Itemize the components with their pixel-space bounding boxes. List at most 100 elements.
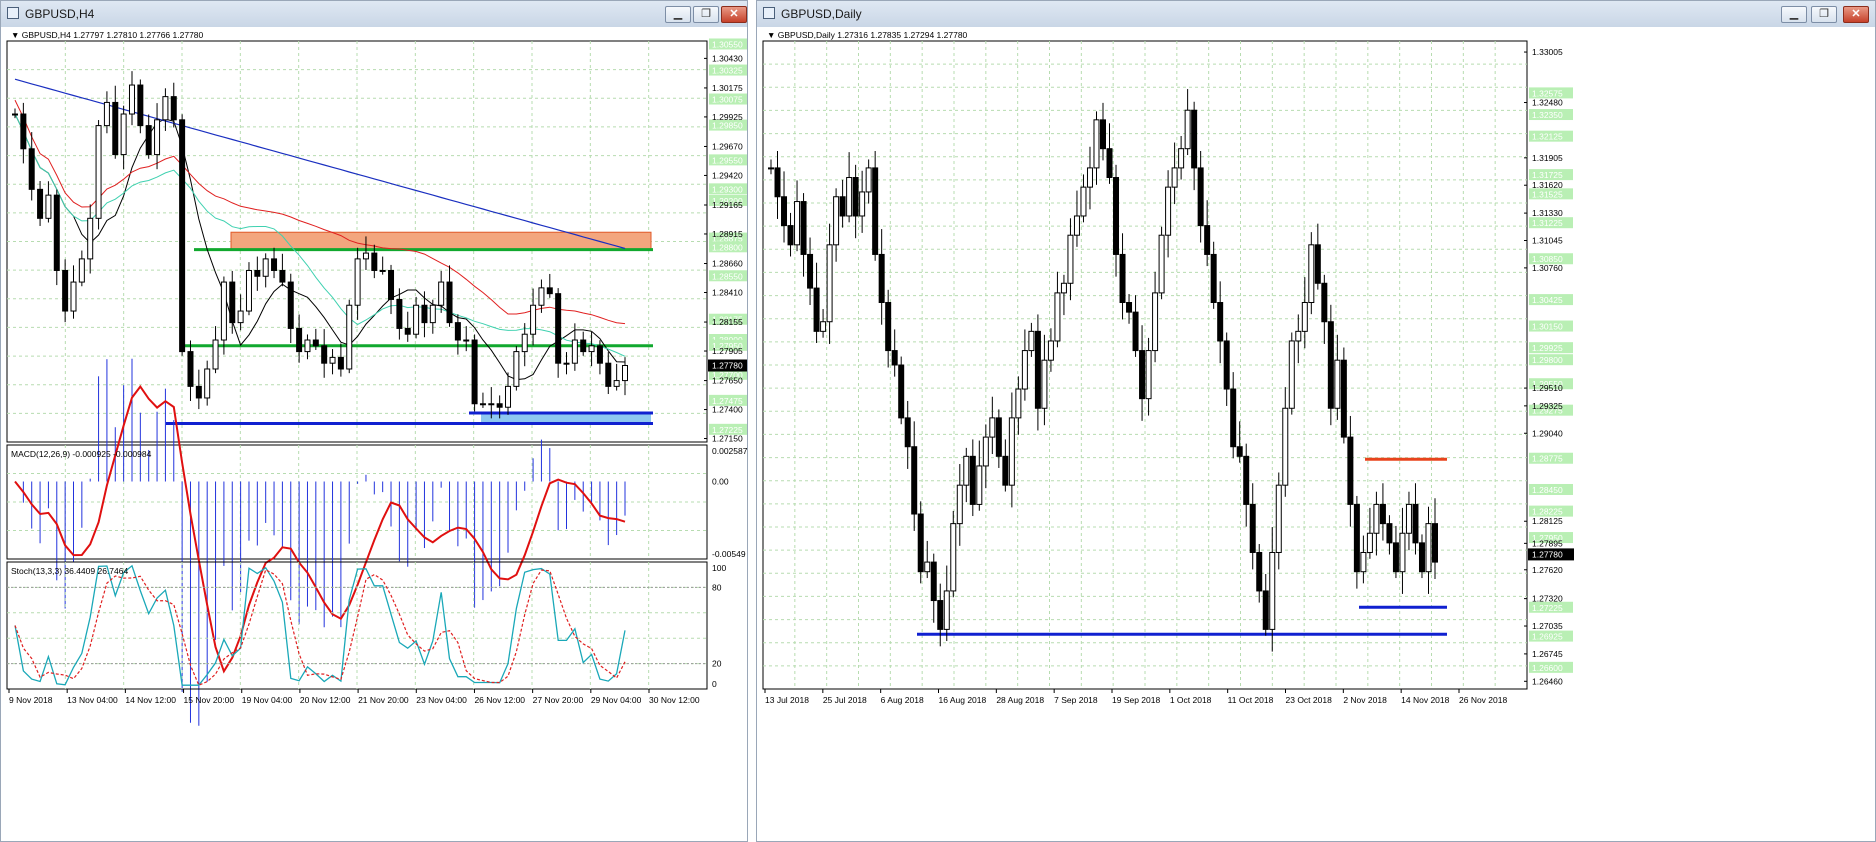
- daily-candle-body: [963, 455, 970, 486]
- daily-candle-body: [1217, 302, 1224, 342]
- daily-time-label: 25 Jul 2018: [823, 695, 867, 705]
- h4-time-label: 26 Nov 12:00: [474, 695, 525, 705]
- minimize-button[interactable]: ▁: [1781, 6, 1807, 23]
- h4-title-bar[interactable]: GBPUSD,H4 ▁ ❐ ✕: [1, 1, 747, 28]
- daily-price-tick-label: 1.32480: [1532, 98, 1563, 108]
- daily-candle-body: [1126, 302, 1133, 313]
- stoch-indicator-label: Stoch(13,3,3) 36.4409 26.7464: [11, 566, 128, 576]
- daily-price-tick-label: 1.27895: [1532, 538, 1563, 548]
- h4-candle-body: [362, 252, 369, 260]
- minimize-button[interactable]: ▁: [665, 6, 691, 23]
- daily-price-tick-label: 1.28125: [1532, 516, 1563, 526]
- daily-candle-body: [1295, 330, 1302, 342]
- maximize-button[interactable]: ❐: [693, 6, 719, 23]
- daily-candle-body: [1347, 436, 1354, 505]
- h4-time-label: 21 Nov 20:00: [358, 695, 409, 705]
- daily-candle-body: [1412, 503, 1419, 544]
- daily-candle-body: [1282, 407, 1289, 486]
- close-button[interactable]: ✕: [1843, 6, 1869, 23]
- h4-candle-body: [580, 339, 587, 353]
- daily-candle-body: [995, 417, 1002, 457]
- maximize-button[interactable]: ❐: [1811, 6, 1837, 23]
- h4-candle-body: [563, 362, 570, 365]
- h4-time-label: 15 Nov 20:00: [184, 695, 235, 705]
- h4-candle-body: [596, 345, 603, 364]
- daily-candle-body: [1067, 234, 1074, 284]
- daily-candle-body: [885, 302, 892, 352]
- daily-candle-body: [1139, 350, 1146, 400]
- daily-candle-body: [943, 590, 950, 630]
- daily-candle-body: [1236, 446, 1243, 457]
- daily-candle-body: [1034, 330, 1041, 409]
- daily-title-bar[interactable]: GBPUSD,Daily ▁ ❐ ✕: [757, 1, 1875, 28]
- h4-candle-body: [187, 351, 194, 387]
- h4-candle-body: [128, 84, 135, 115]
- h4-candle-body: [488, 403, 495, 406]
- h4-level-mark-label: 1.29850: [712, 121, 743, 131]
- daily-candle-body: [878, 253, 885, 304]
- daily-level-mark-label: 1.28450: [1532, 485, 1563, 495]
- h4-candle-body: [245, 269, 252, 312]
- daily-candle-body: [1080, 186, 1087, 217]
- h4-candle-body: [195, 385, 202, 399]
- h4-candle-body: [546, 287, 553, 295]
- daily-price-tick-label: 1.27620: [1532, 565, 1563, 575]
- daily-candle-body: [1210, 253, 1217, 304]
- daily-time-label: 6 Aug 2018: [881, 695, 924, 705]
- daily-level-mark-label: 1.26600: [1532, 663, 1563, 673]
- h4-price-tick-label: 1.29670: [712, 141, 743, 151]
- h4-candle-body: [571, 339, 578, 364]
- daily-candle-body: [911, 446, 918, 515]
- daily-chart-canvas[interactable]: 1.325751.323501.321251.317251.315251.312…: [757, 27, 1875, 841]
- daily-candle-body: [768, 167, 774, 170]
- daily-candle-body: [1106, 148, 1113, 179]
- daily-candle-body: [1047, 340, 1054, 361]
- h4-price-tick-label: 1.29420: [712, 170, 743, 180]
- daily-time-label: 23 Oct 2018: [1286, 695, 1333, 705]
- daily-candle-body: [1249, 503, 1256, 553]
- h4-candle-body: [112, 101, 119, 156]
- h4-time-label: 13 Nov 04:00: [67, 695, 118, 705]
- daily-candle-body: [1334, 359, 1341, 409]
- daily-price-tick-label: 1.31045: [1532, 235, 1563, 245]
- chart-window-icon: [7, 7, 19, 19]
- h4-candle-body: [463, 339, 470, 342]
- daily-candle-body: [1243, 455, 1250, 505]
- daily-window-title: GBPUSD,Daily: [781, 7, 862, 21]
- h4-candle-body: [62, 269, 69, 312]
- daily-price-tick-label: 1.26460: [1532, 676, 1563, 686]
- daily-candle-body: [1204, 225, 1211, 255]
- daily-chart-window: GBPUSD,Daily ▁ ❐ ✕ 1.32575 1.32350 1.32125…: [756, 0, 1876, 842]
- daily-candle-body: [989, 417, 996, 438]
- h4-symbol-label: ▼ GBPUSD,H4 1.27797 1.27810 1.27766 1.27…: [11, 30, 204, 40]
- daily-candle-body: [1171, 167, 1178, 188]
- h4-candle-body: [521, 333, 528, 353]
- daily-candle-body: [930, 561, 937, 602]
- daily-candle-body: [859, 191, 866, 217]
- daily-candle-body: [1178, 148, 1185, 169]
- h4-candle-body: [471, 339, 478, 405]
- close-button[interactable]: ✕: [721, 6, 747, 23]
- h4-resistance-zone: [230, 231, 652, 251]
- h4-candle-body: [371, 252, 378, 271]
- daily-candle-body: [1425, 523, 1432, 573]
- h4-candle-body: [12, 113, 18, 116]
- h4-candle-body: [304, 339, 311, 353]
- daily-candle-body: [781, 196, 788, 227]
- daily-last-price-label: 1.27780: [1532, 549, 1563, 559]
- daily-candle-body: [865, 167, 872, 193]
- daily-time-label: 7 Sep 2018: [1054, 695, 1098, 705]
- daily-candle-body: [1269, 551, 1276, 630]
- h4-time-label: 30 Nov 12:00: [649, 695, 700, 705]
- h4-price-tick-label: 1.28155: [712, 317, 743, 327]
- daily-price-tick-label: 1.31620: [1532, 180, 1563, 190]
- h4-chart-canvas[interactable]: 1.30550 1.30325 1.30075 1.29850 1.29550 1.293…: [1, 27, 747, 841]
- daily-level-mark-label: 1.31525: [1532, 189, 1563, 199]
- h4-time-label: 14 Nov 12:00: [125, 695, 176, 705]
- h4-candle-body: [530, 304, 537, 335]
- macd-axis-label: 0.00: [712, 477, 729, 487]
- h4-price-tick-label: 1.29925: [712, 112, 743, 122]
- h4-candle-body: [95, 125, 102, 219]
- h4-candle-body: [20, 113, 27, 150]
- daily-candle-body: [917, 513, 924, 573]
